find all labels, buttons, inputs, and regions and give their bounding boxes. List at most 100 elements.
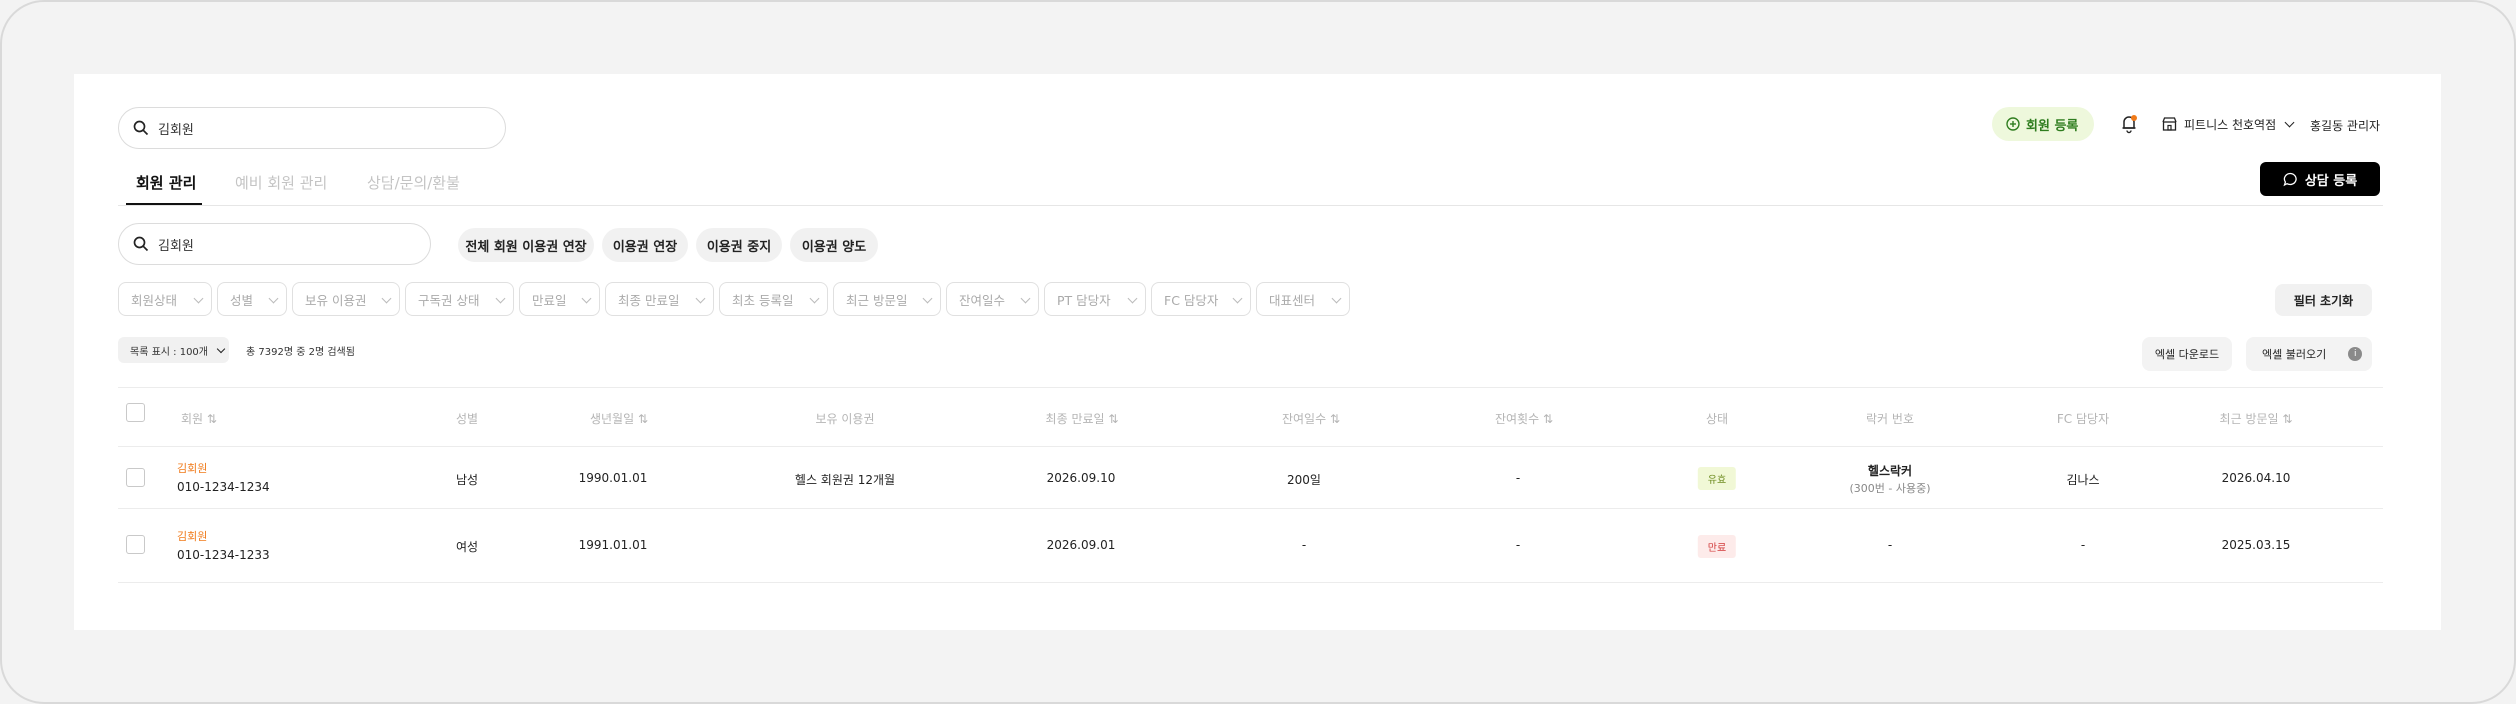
notification-bell-icon[interactable] (2120, 114, 2138, 134)
member-name-link[interactable]: 김회원 (177, 460, 207, 476)
global-search-value: 김회원 (158, 122, 194, 138)
filter-label: 잔여일수 (959, 292, 1006, 308)
filter-owned-pass[interactable]: 보유 이용권 (292, 282, 400, 316)
main-panel: 김회원 회원 등록 피트니스 천호역점 홍길동 관리자 회원 관리 예비 회원 … (74, 74, 2441, 630)
header-label: 잔여일수 (1281, 412, 1327, 426)
filter-final-expire-date[interactable]: 최종 만료일 (605, 282, 714, 316)
cell-fc-manager: - (2080, 538, 2086, 552)
filter-fc-manager[interactable]: FC 담당자 (1151, 282, 1251, 316)
cell-remaining-count: - (1515, 471, 1521, 485)
cell-remaining-days: - (1301, 538, 1307, 552)
status-badge: 유효 (1697, 467, 1737, 490)
filter-label: 대표센터 (1269, 292, 1316, 308)
chevron-down-icon (2284, 117, 2295, 127)
gym-selector[interactable]: 피트니스 천호역점 (2162, 114, 2295, 134)
chat-bubble-icon (2283, 172, 2297, 186)
sort-icon: ⇅ (1104, 412, 1119, 426)
cell-remaining-days: 200일 (1287, 473, 1321, 487)
cell-locker-detail: (300번 - 사용중) (1849, 482, 1931, 495)
row-checkbox[interactable] (126, 535, 145, 554)
consult-register-button[interactable]: 상담 등록 (2260, 162, 2380, 196)
filter-label: 만료일 (532, 292, 567, 308)
page-size-select[interactable]: 목록 표시 : 100개 (118, 337, 229, 363)
chevron-down-icon (809, 293, 820, 304)
header-remaining-days[interactable]: 잔여일수 ⇅ (1282, 410, 1340, 427)
search-icon (133, 120, 149, 136)
cell-fc-manager: 김나스 (2066, 473, 2100, 487)
header-member[interactable]: 회원 ⇅ (181, 410, 217, 427)
tab-member-management[interactable]: 회원 관리 (136, 172, 196, 193)
row-divider (118, 508, 2383, 509)
sort-icon: ⇅ (203, 412, 217, 426)
row-checkbox[interactable] (126, 468, 145, 487)
excel-upload-label: 엑셀 불러오기 (2262, 348, 2327, 361)
header-birth[interactable]: 생년월일 ⇅ (590, 410, 648, 427)
page-size-label: 목록 표시 : 100개 (130, 346, 208, 358)
result-summary: 총 7392명 중 2명 검색됨 (246, 347, 355, 358)
chevron-down-icon (1331, 293, 1342, 304)
cell-gender: 남성 (455, 473, 479, 487)
filter-subscription-status[interactable]: 구독권 상태 (405, 282, 514, 316)
filter-last-visit-date[interactable]: 최근 방문일 (833, 282, 941, 316)
member-phone: 010-1234-1233 (177, 548, 270, 562)
cell-expire: 2026.09.01 (1046, 538, 1116, 552)
header-remaining-count[interactable]: 잔여횟수 ⇅ (1495, 410, 1553, 427)
filter-label: 최근 방문일 (846, 292, 908, 308)
pause-pass-button[interactable]: 이용권 중지 (696, 228, 782, 262)
cell-birth: 1991.01.01 (578, 538, 648, 552)
member-name-link[interactable]: 김회원 (177, 528, 207, 544)
row-divider (118, 582, 2383, 583)
filter-label: PT 담당자 (1057, 292, 1111, 308)
excel-upload-button[interactable]: 엑셀 불러오기 i (2246, 337, 2372, 371)
filter-label: 성별 (230, 292, 254, 308)
filter-label: 회원상태 (131, 292, 178, 308)
chevron-down-icon (1232, 293, 1243, 304)
filter-label: 구독권 상태 (418, 292, 480, 308)
filter-label: FC 담당자 (1164, 292, 1219, 308)
filter-gender[interactable]: 성별 (217, 282, 287, 316)
header-label: 최근 방문일 (2219, 412, 2279, 426)
select-all-checkbox[interactable] (126, 403, 145, 422)
transfer-pass-button[interactable]: 이용권 양도 (790, 228, 878, 262)
header-fc-manager: FC 담당자 (2056, 412, 2110, 426)
cell-expire: 2026.09.10 (1046, 471, 1116, 485)
chevron-down-icon (381, 293, 392, 304)
excel-download-button[interactable]: 엑셀 다운로드 (2142, 337, 2232, 371)
header-label: 생년월일 (589, 412, 635, 426)
tabs-divider (118, 205, 2383, 206)
header-final-expire[interactable]: 최종 만료일 ⇅ (1046, 410, 1119, 427)
header-owned-pass: 보유 이용권 (815, 412, 875, 426)
header-last-visit[interactable]: 최근 방문일 ⇅ (2220, 410, 2293, 427)
extend-all-pass-button[interactable]: 전체 회원 이용권 연장 (458, 228, 594, 262)
filter-remaining-days[interactable]: 잔여일수 (946, 282, 1039, 316)
chevron-down-icon (1020, 293, 1031, 304)
header-label: 회원 (181, 412, 204, 426)
header-label: 잔여횟수 (1494, 412, 1540, 426)
admin-name[interactable]: 홍길동 관리자 (2310, 117, 2380, 134)
chevron-down-icon (922, 293, 933, 304)
chevron-down-icon (581, 293, 592, 304)
cell-last-visit: 2026.04.10 (2221, 471, 2291, 485)
global-search-input[interactable]: 김회원 (118, 107, 506, 149)
register-member-label: 회원 등록 (2026, 118, 2079, 134)
filter-member-status[interactable]: 회원상태 (118, 282, 212, 316)
cell-last-visit: 2025.03.15 (2221, 538, 2291, 552)
member-search-input[interactable]: 김회원 (118, 223, 431, 265)
filter-pt-manager[interactable]: PT 담당자 (1044, 282, 1146, 316)
chevron-down-icon (216, 344, 226, 353)
chevron-down-icon (695, 293, 706, 304)
filter-main-center[interactable]: 대표센터 (1256, 282, 1350, 316)
filter-reset-button[interactable]: 필터 초기화 (2275, 284, 2372, 316)
filter-expire-date[interactable]: 만료일 (519, 282, 600, 316)
filter-label: 최종 만료일 (618, 292, 680, 308)
extend-pass-button[interactable]: 이용권 연장 (602, 228, 688, 262)
register-member-button[interactable]: 회원 등록 (1992, 107, 2094, 141)
filter-label: 보유 이용권 (305, 292, 367, 308)
filter-first-register-date[interactable]: 최초 등록일 (719, 282, 828, 316)
sort-icon: ⇅ (634, 412, 649, 426)
cell-pass: 헬스 회원권 12개월 (794, 473, 896, 487)
status-badge: 만료 (1697, 535, 1737, 558)
cell-birth: 1990.01.01 (578, 471, 648, 485)
tab-consultation[interactable]: 상담/문의/환불 (367, 172, 460, 193)
tab-prospect-management[interactable]: 예비 회원 관리 (235, 172, 327, 193)
